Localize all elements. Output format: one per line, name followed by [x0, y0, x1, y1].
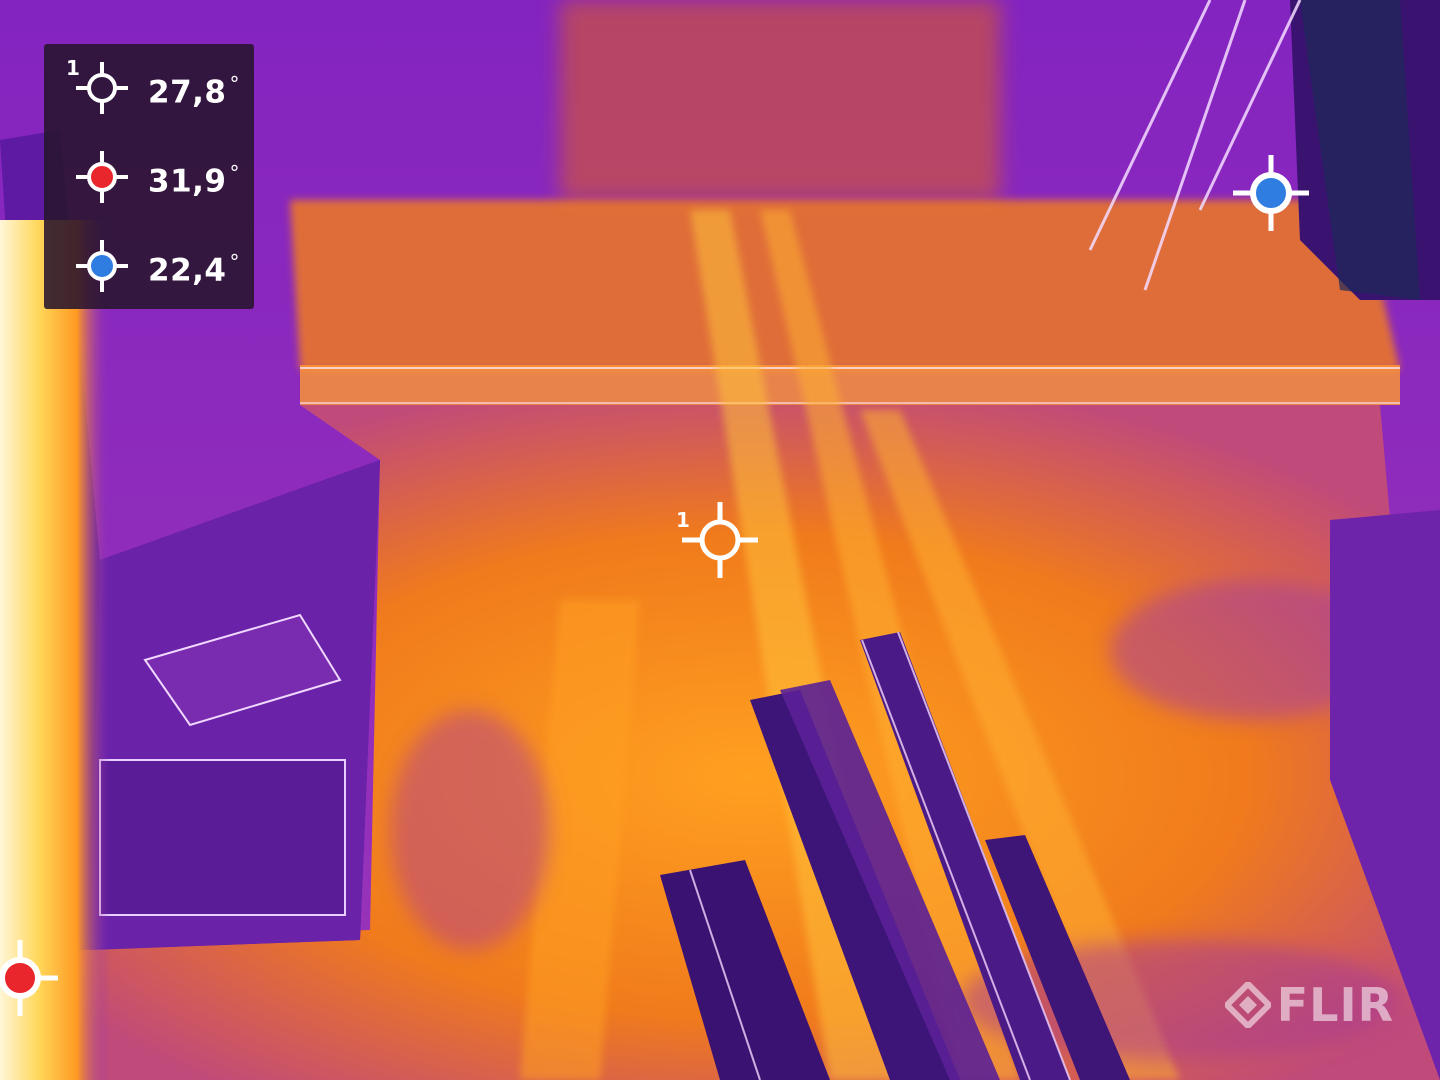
max-unit: °: [229, 161, 240, 185]
spot-unit: °: [229, 72, 240, 96]
spot-temperature: 27,8: [148, 74, 227, 111]
legend-row-spot: 27,8 °: [74, 60, 244, 120]
center-spot-marker[interactable]: [680, 500, 760, 580]
cold-spot-marker[interactable]: [1231, 153, 1311, 233]
measurement-legend: 1 27,8 ° 31,9 ° 22,4 °: [44, 44, 254, 309]
legend-row-min: 22,4 °: [74, 238, 244, 298]
legend-row-max: 31,9 °: [74, 149, 244, 209]
flir-logo-icon: [1224, 982, 1271, 1028]
crosshair-blue-icon: [76, 240, 128, 292]
crosshair-red-icon: [76, 151, 128, 203]
brand-name: FLIR: [1276, 978, 1394, 1032]
flir-watermark: FLIR: [1224, 978, 1394, 1032]
max-temperature: 31,9: [148, 163, 227, 200]
min-temperature: 22,4: [148, 252, 227, 289]
crosshair-white-icon: [76, 62, 128, 114]
min-unit: °: [229, 250, 240, 274]
hot-spot-marker[interactable]: [0, 938, 60, 1018]
